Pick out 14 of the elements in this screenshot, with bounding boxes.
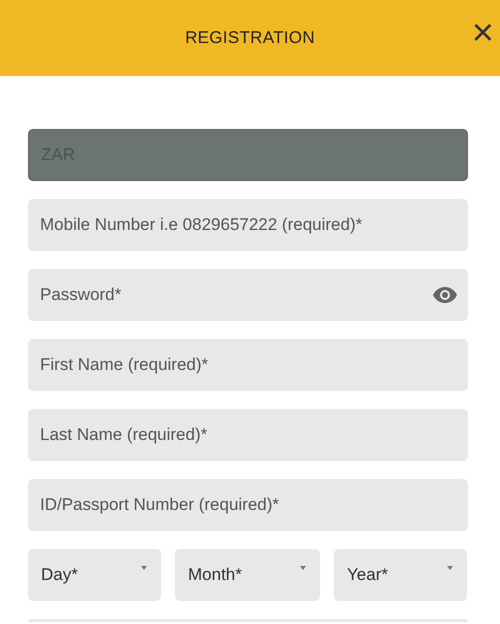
input-field[interactable]: ID/Passport Number (required)* bbox=[28, 479, 468, 531]
caret-icon bbox=[141, 566, 147, 570]
password-field[interactable]: Password* bbox=[28, 269, 468, 321]
date-select[interactable]: Month* bbox=[175, 549, 320, 601]
date-select[interactable]: Day* bbox=[28, 549, 161, 601]
input-field[interactable]: Last Name (required)* bbox=[28, 409, 468, 461]
show-password-icon[interactable] bbox=[433, 286, 457, 304]
input-field[interactable]: Mobile Number i.e 0829657222 (required)* bbox=[28, 199, 468, 251]
caret-icon bbox=[300, 566, 306, 570]
date-select[interactable]: Year* bbox=[334, 549, 467, 601]
close-button[interactable]: × bbox=[468, 14, 498, 52]
dialog-title: REGISTRATION bbox=[185, 27, 315, 50]
caret-icon bbox=[447, 566, 453, 570]
input-field[interactable]: First Name (required)* bbox=[28, 339, 468, 391]
